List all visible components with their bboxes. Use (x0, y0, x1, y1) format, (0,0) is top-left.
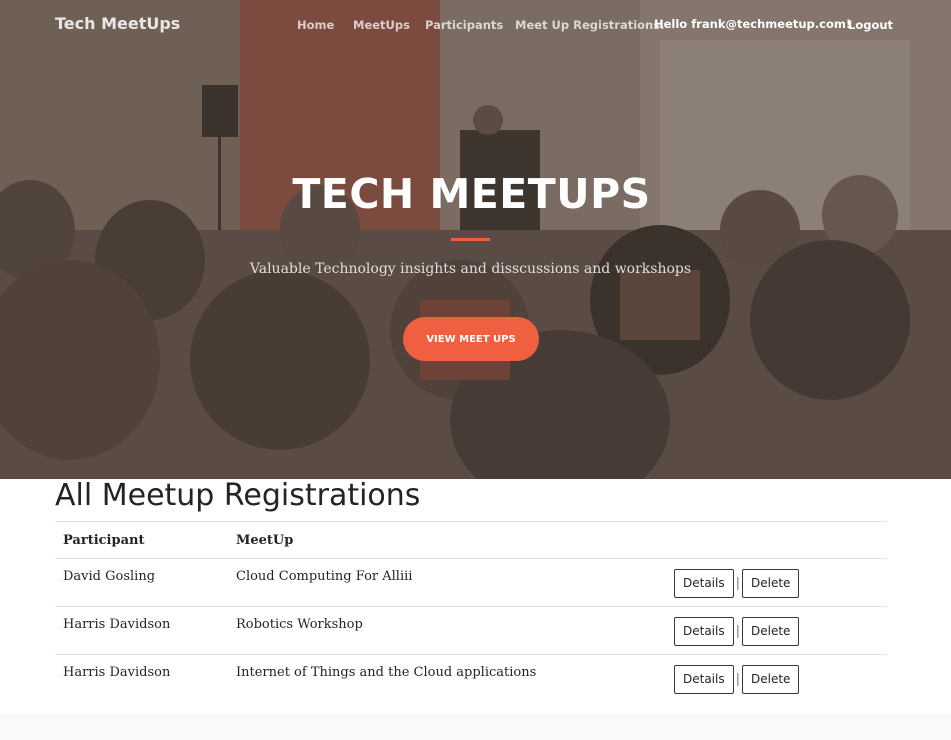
view-meetups-button[interactable]: VIEW MEET UPS (403, 317, 539, 361)
brand-link[interactable]: Tech MeetUps (55, 14, 180, 33)
registrations-table: Participant MeetUp David Gosling Cloud C… (55, 521, 887, 703)
actions-cell: Details | Delete (666, 606, 887, 655)
hero-divider (451, 238, 490, 241)
nav-link-registrations[interactable]: Meet Up Registrations. (515, 18, 664, 32)
meetup-cell: Robotics Workshop (228, 606, 666, 655)
logout-link[interactable]: Logout (848, 18, 893, 32)
delete-button[interactable]: Delete (742, 569, 800, 598)
top-navbar: Tech MeetUps Home MeetUps Participants M… (0, 0, 951, 52)
delete-button[interactable]: Delete (742, 617, 800, 646)
meetup-cell: Cloud Computing For Alliii (228, 558, 666, 607)
actions-cell: Details | Delete (666, 654, 887, 703)
table-row: David Gosling Cloud Computing For Alliii… (55, 558, 887, 607)
user-greeting: Hello frank@techmeetup.com! (654, 17, 852, 31)
action-separator: | (735, 624, 740, 639)
details-button[interactable]: Details (674, 617, 734, 646)
details-button[interactable]: Details (674, 665, 734, 694)
action-separator: | (735, 576, 740, 591)
page-title: All Meetup Registrations (55, 478, 421, 513)
participant-cell: Harris Davidson (55, 606, 228, 655)
nav-link-meetups[interactable]: MeetUps (353, 18, 410, 32)
table-row: Harris Davidson Internet of Things and t… (55, 654, 887, 703)
nav-link-home[interactable]: Home (297, 18, 334, 32)
nav-link-participants[interactable]: Participants (425, 18, 503, 32)
delete-button[interactable]: Delete (742, 665, 800, 694)
hero-title: TECH MEETUPS (292, 170, 651, 218)
meetup-cell: Internet of Things and the Cloud applica… (228, 654, 666, 703)
column-header-participant: Participant (55, 521, 228, 559)
hero-section: Tech MeetUps Home MeetUps Participants M… (0, 0, 951, 479)
participant-cell: David Gosling (55, 558, 228, 607)
actions-cell: Details | Delete (666, 558, 887, 607)
details-button[interactable]: Details (674, 569, 734, 598)
action-separator: | (735, 672, 740, 687)
table-header: Participant MeetUp (55, 521, 887, 559)
hero-subtitle: Valuable Technology insights and disscus… (249, 261, 692, 277)
column-header-actions (666, 521, 887, 559)
footer-band (0, 713, 951, 740)
participant-cell: Harris Davidson (55, 654, 228, 703)
column-header-meetup: MeetUp (228, 521, 666, 559)
table-row: Harris Davidson Robotics Workshop Detail… (55, 606, 887, 655)
